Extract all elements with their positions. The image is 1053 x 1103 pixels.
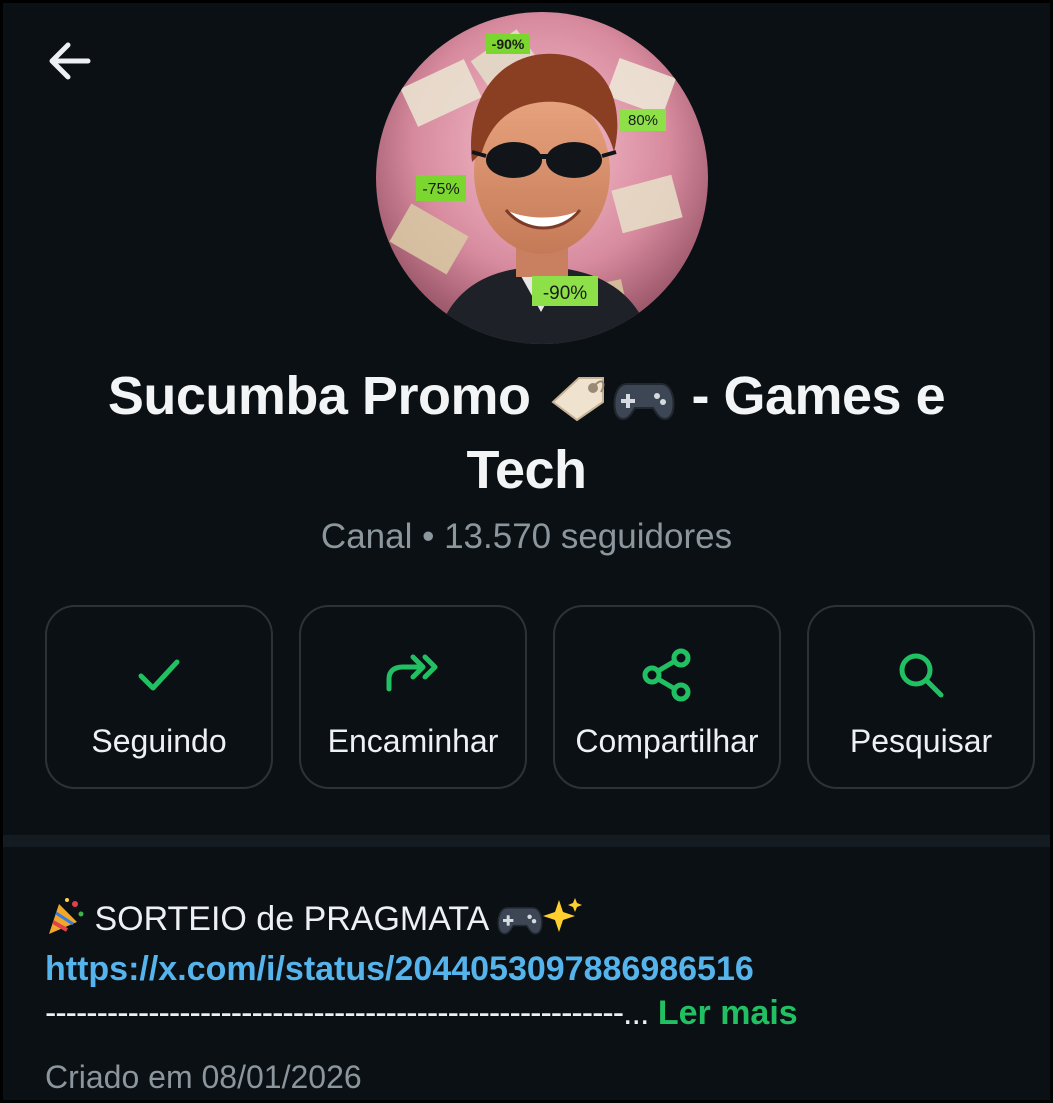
- created-date: Criado em 08/01/2026: [45, 1059, 362, 1095]
- back-button[interactable]: [39, 31, 99, 91]
- search-icon: [899, 653, 944, 698]
- share-button[interactable]: Compartilhar: [553, 605, 781, 789]
- search-label: Pesquisar: [849, 723, 993, 759]
- channel-name-part1: Sucumba Promo: [107, 366, 531, 426]
- game-controller-emoji: [613, 371, 675, 437]
- channel-title: Sucumba Promo - Games e Tech: [63, 363, 990, 503]
- channel-name-part2: - Games e Tech: [466, 366, 946, 500]
- search-button[interactable]: Pesquisar: [807, 605, 1035, 789]
- channel-info-screen: -90% 80% -75% -90% Sucumba Promo - Games…: [3, 3, 1050, 1100]
- post-title-line: SORTEIO de PRAGMATA: [45, 896, 1025, 947]
- section-divider: [3, 835, 1050, 847]
- share-icon: [642, 648, 691, 702]
- channel-subtitle: Canal • 13.570 seguidores: [320, 517, 733, 556]
- forward-button[interactable]: Encaminhar: [299, 605, 527, 789]
- avatar-tag-1: -90%: [492, 36, 525, 52]
- post-dashes: ----------------------------------------…: [45, 994, 649, 1032]
- sparkles-emoji: [542, 896, 583, 947]
- action-buttons: Seguindo Encaminhar Compartilhar Pesquis…: [45, 605, 1035, 791]
- post-title-text: SORTEIO de PRAGMATA: [94, 900, 488, 938]
- game-controller-emoji: [497, 902, 543, 947]
- channel-avatar[interactable]: -90% 80% -75% -90%: [376, 12, 708, 344]
- following-button[interactable]: Seguindo: [45, 605, 273, 789]
- post-link[interactable]: https://x.com/i/status/20440530978869865…: [45, 950, 754, 988]
- label-tag-emoji: [547, 371, 609, 437]
- check-icon: [138, 659, 180, 691]
- avatar-tag-4: -90%: [543, 283, 587, 304]
- forward-icon: [386, 654, 438, 692]
- share-label: Compartilhar: [575, 723, 759, 759]
- party-popper-emoji: [45, 896, 85, 947]
- arrow-left-icon: [49, 42, 91, 80]
- channel-description: SORTEIO de PRAGMATA https://x.com/i/stat…: [45, 896, 1025, 1035]
- forward-label: Encaminhar: [327, 723, 499, 759]
- avatar-tag-3: -75%: [422, 181, 459, 198]
- following-label: Seguindo: [91, 723, 227, 759]
- avatar-tag-2: 80%: [628, 112, 658, 129]
- read-more-link[interactable]: Ler mais: [658, 994, 798, 1032]
